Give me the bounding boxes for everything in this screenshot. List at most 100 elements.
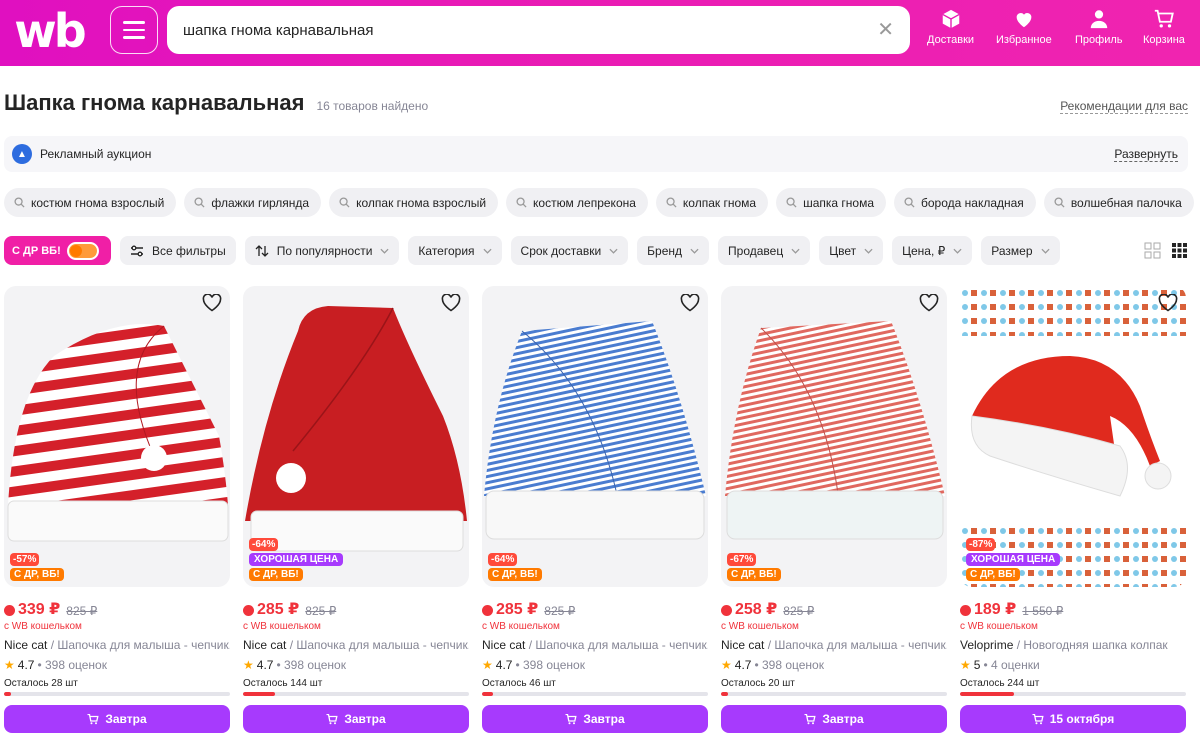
add-to-cart-button[interactable]: Завтра [721, 705, 947, 733]
discount-badge: -67% [727, 553, 757, 566]
product-card[interactable]: -57% С ДР, ВБ! 339 ₽ 825 ₽ с WB кошельком… [4, 286, 230, 733]
suggestion-chip[interactable]: костюм лепрекона [506, 188, 648, 217]
chip-label: колпак гнома взрослый [356, 195, 487, 210]
filter-label: Срок доставки [520, 243, 602, 258]
red-striped-hat-image [725, 321, 945, 540]
suggestion-chip[interactable]: колпак гнома взрослый [329, 188, 499, 217]
price-value: 285 ₽ [496, 601, 539, 618]
heart-icon[interactable] [680, 294, 700, 312]
filter-delivery[interactable]: Срок доставки [510, 236, 629, 265]
blue-striped-hat-image [484, 321, 706, 540]
menu-button[interactable] [110, 6, 158, 54]
chevron-down-icon [482, 248, 492, 254]
product-image[interactable]: -67% С ДР, ВБ! [721, 286, 947, 587]
filter-label: Категория [418, 243, 475, 258]
product-image[interactable]: -64% ХОРОШАЯ ЦЕНА С ДР, ВБ! [243, 286, 469, 587]
suggestion-chip[interactable]: флажки гирлянда [184, 188, 322, 217]
ad-auction-label: Рекламный аукцион [40, 147, 152, 161]
product-card[interactable]: -87% ХОРОШАЯ ЦЕНА С ДР, ВБ! 189 ₽ 1 550 ₽… [960, 286, 1186, 733]
product-grid: -57% С ДР, ВБ! 339 ₽ 825 ₽ с WB кошельком… [4, 286, 1186, 733]
chevron-down-icon [380, 248, 389, 254]
stock-fill [721, 692, 728, 696]
price-row: 285 ₽ 825 ₽ [243, 599, 469, 619]
recommendations-link[interactable]: Рекомендации для вас [1060, 99, 1188, 114]
product-card[interactable]: -64% ХОРОШАЯ ЦЕНА С ДР, ВБ! 285 ₽ 825 ₽ с… [243, 286, 469, 733]
toggle-switch[interactable] [66, 241, 99, 260]
heart-icon[interactable] [441, 294, 461, 312]
sort-dropdown[interactable]: По популярности [244, 236, 400, 265]
suggestion-chip[interactable]: борода накладная [894, 188, 1036, 217]
price: 339 ₽ [4, 599, 60, 619]
filter-seller[interactable]: Продавец [718, 236, 811, 265]
grid-small-icon[interactable] [1171, 242, 1188, 259]
nav-label: Доставки [927, 34, 975, 46]
add-to-cart-button[interactable]: Завтра [4, 705, 230, 733]
wb-logo[interactable]: wb [6, 7, 92, 55]
suggestion-chip[interactable]: колпак гнома [655, 188, 769, 217]
grid-large-icon[interactable] [1144, 242, 1161, 259]
heart-icon[interactable] [202, 294, 222, 312]
wallet-note: с WB кошельком [4, 621, 82, 632]
search-icon [339, 197, 350, 208]
add-to-cart-button[interactable]: Завтра [243, 705, 469, 733]
clear-icon[interactable]: ✕ [877, 20, 894, 40]
heart-icon[interactable] [1158, 294, 1178, 312]
cart-icon [565, 713, 577, 724]
product-image[interactable]: -87% ХОРОШАЯ ЦЕНА С ДР, ВБ! [960, 286, 1186, 587]
product-card[interactable]: -67% С ДР, ВБ! 258 ₽ 825 ₽ с WB кошельком… [721, 286, 947, 733]
product-name[interactable]: Nice cat / Шапочка для малыша - чепчик..… [482, 638, 708, 652]
expand-link[interactable]: Развернуть [1114, 147, 1178, 162]
suggestion-chip[interactable]: шапка гнома [776, 188, 886, 217]
filter-size[interactable]: Размер [981, 236, 1060, 265]
product-desc: / Новогодняя шапка колпак [1013, 638, 1168, 652]
rating-value: 4.7 [734, 658, 752, 672]
stock-bar [960, 692, 1186, 696]
wb-birthday-toggle[interactable]: С ДР ВБ! [4, 236, 111, 265]
filter-color[interactable]: Цвет [819, 236, 884, 265]
nav-label: Корзина [1143, 34, 1185, 46]
chip-label: костюм гнома взрослый [31, 195, 165, 210]
product-name[interactable]: Nice cat / Шапочка для малыша - чепчик..… [243, 638, 469, 652]
buy-label: Завтра [822, 712, 864, 726]
good-price-badge: ХОРОШАЯ ЦЕНА [966, 553, 1061, 566]
wallet-icon [482, 604, 493, 616]
search-icon [194, 197, 205, 208]
product-image[interactable]: -57% С ДР, ВБ! [4, 286, 230, 587]
nav-cart[interactable]: Корзина [1143, 8, 1185, 46]
badges: -87% ХОРОШАЯ ЦЕНА С ДР, ВБ! [966, 538, 1061, 581]
filter-brand[interactable]: Бренд [637, 236, 710, 265]
promo-badge: С ДР, ВБ! [488, 568, 542, 581]
nav-profile[interactable]: Профиль [1075, 8, 1123, 46]
product-name[interactable]: Veloprime / Новогодняя шапка колпак [960, 638, 1186, 652]
discount-badge: -87% [966, 538, 996, 551]
star-icon: ★ [721, 658, 732, 672]
suggestion-chip[interactable]: костюм гнома взрослый [4, 188, 177, 217]
search-input[interactable] [183, 21, 878, 39]
product-name[interactable]: Nice cat / Шапочка для малыша - чепчик..… [721, 638, 947, 652]
burger-line [123, 28, 145, 32]
cart-icon [1032, 713, 1044, 724]
reviews-count: • 398 оценок [515, 658, 585, 672]
suggestion-chip[interactable]: волшебная палочка [1043, 188, 1194, 217]
nav-deliveries[interactable]: Доставки [927, 8, 974, 46]
add-to-cart-button[interactable]: 15 октября [960, 705, 1186, 733]
cart-icon [1154, 9, 1174, 28]
add-to-cart-button[interactable]: Завтра [482, 705, 708, 733]
nav-favorites[interactable]: Избранное [996, 8, 1052, 46]
rating: ★ 5 • 4 оценки [960, 658, 1186, 672]
filter-price[interactable]: Цена, ₽ [892, 236, 973, 265]
title-row: Шапка гнома карнавальная 16 товаров найд… [4, 90, 1188, 118]
badges: -64% ХОРОШАЯ ЦЕНА С ДР, ВБ! [249, 538, 344, 581]
wallet-icon [243, 604, 254, 616]
product-name[interactable]: Nice cat / Шапочка для малыша - чепчик..… [4, 638, 230, 652]
product-card[interactable]: -64% С ДР, ВБ! 285 ₽ 825 ₽ с WB кошельком… [482, 286, 708, 733]
filter-category[interactable]: Категория [408, 236, 502, 265]
heart-icon[interactable] [919, 294, 939, 312]
rating: ★ 4.7 • 398 оценок [482, 658, 708, 672]
all-filters-button[interactable]: Все фильтры [120, 236, 236, 265]
chevron-down-icon [864, 248, 873, 254]
product-image[interactable]: -64% С ДР, ВБ! [482, 286, 708, 587]
sliders-icon [131, 245, 143, 256]
stock-left: Осталось 244 шт [960, 678, 1040, 689]
chip-label: шапка гнома [803, 195, 874, 210]
